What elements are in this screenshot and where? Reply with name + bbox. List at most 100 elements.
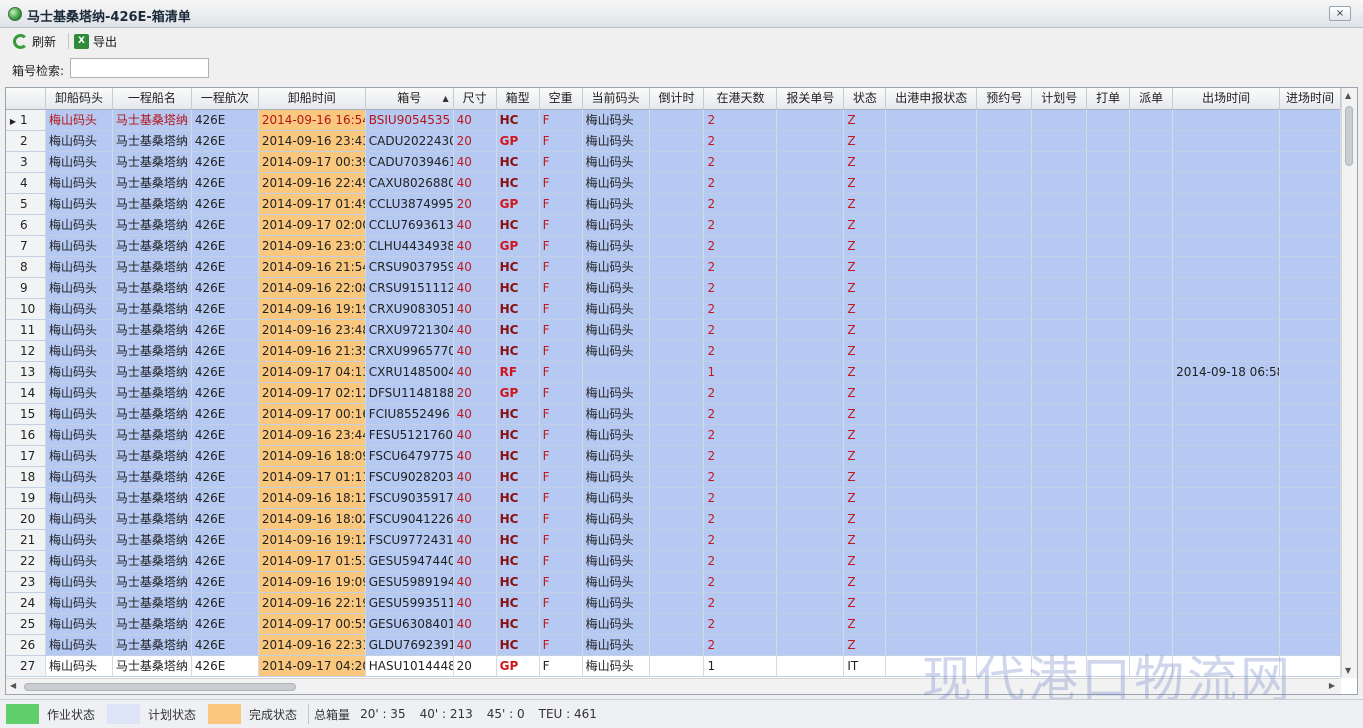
- column-header[interactable]: 箱号: [366, 88, 454, 110]
- print-cell: [1087, 299, 1131, 319]
- load-cell: F: [540, 551, 583, 571]
- load-cell: F: [540, 446, 583, 466]
- row-number: 15: [6, 404, 46, 424]
- entry-time-cell: [1280, 194, 1341, 214]
- table-row[interactable]: 19 梅山码头 马士基桑塔纳 426E 2014-09-16 18:12 FSCU9035…: [6, 488, 1341, 509]
- box-type-cell: HC: [497, 278, 540, 298]
- table-row[interactable]: 2 梅山码头 马士基桑塔纳 426E 2014-09-16 23:43 CADU20224…: [6, 131, 1341, 152]
- column-header[interactable]: 倒计时: [650, 88, 705, 110]
- customs-no-cell: [777, 509, 845, 529]
- export-button[interactable]: X 导出: [74, 31, 117, 51]
- table-row[interactable]: 7 梅山码头 马士基桑塔纳 426E 2014-09-16 23:01 CLHU44349…: [6, 236, 1341, 257]
- table-row[interactable]: 13 梅山码头 马士基桑塔纳 426E 2014-09-17 04:13 CXRU1485…: [6, 362, 1341, 383]
- column-header[interactable]: 预约号: [977, 88, 1033, 110]
- table-row[interactable]: 18 梅山码头 马士基桑塔纳 426E 2014-09-17 01:11 FSCU9028…: [6, 467, 1341, 488]
- row-number: 2: [6, 131, 46, 151]
- column-header[interactable]: 计划号: [1032, 88, 1088, 110]
- column-header[interactable]: 卸船时间: [259, 88, 366, 110]
- column-header[interactable]: 出场时间: [1173, 88, 1281, 110]
- table-row[interactable]: 16 梅山码头 马士基桑塔纳 426E 2014-09-16 23:44 FESU5121…: [6, 425, 1341, 446]
- table-row[interactable]: 27 梅山码头 马士基桑塔纳 426E 2014-09-17 04:20 HASU1014…: [6, 656, 1341, 677]
- column-header[interactable]: 在港天数: [704, 88, 778, 110]
- voyage-cell: 426E: [192, 509, 259, 529]
- table-row[interactable]: 9 梅山码头 马士基桑塔纳 426E 2014-09-16 22:08 CRSU91511…: [6, 278, 1341, 299]
- column-header[interactable]: 一程船名: [113, 88, 192, 110]
- horizontal-scrollbar[interactable]: ◀ ▶: [6, 678, 1341, 694]
- table-row[interactable]: 17 梅山码头 马士基桑塔纳 426E 2014-09-16 18:09 FSCU6479…: [6, 446, 1341, 467]
- days-in-port-cell: 2: [704, 299, 778, 319]
- entry-time-cell: [1280, 299, 1341, 319]
- table-row[interactable]: 8 梅山码头 马士基桑塔纳 426E 2014-09-16 21:54 CRSU90379…: [6, 257, 1341, 278]
- column-header[interactable]: 派单: [1130, 88, 1174, 110]
- column-header[interactable]: 当前码头: [583, 88, 650, 110]
- container-search-input[interactable]: [70, 58, 209, 78]
- close-button[interactable]: ×: [1329, 6, 1351, 21]
- table-row[interactable]: 22 梅山码头 马士基桑塔纳 426E 2014-09-17 01:53 GESU5947…: [6, 551, 1341, 572]
- table-row[interactable]: 6 梅山码头 马士基桑塔纳 426E 2014-09-17 02:00 CCLU76936…: [6, 215, 1341, 236]
- countdown-cell: [650, 341, 705, 361]
- table-row[interactable]: 11 梅山码头 马士基桑塔纳 426E 2014-09-16 23:48 CRXU9721…: [6, 320, 1341, 341]
- scroll-right-icon[interactable]: ▶: [1329, 681, 1335, 690]
- dispatch-cell: [1130, 341, 1174, 361]
- column-header[interactable]: 状态: [844, 88, 887, 110]
- entry-time-cell: [1280, 215, 1341, 235]
- table-row[interactable]: 24 梅山码头 马士基桑塔纳 426E 2014-09-16 22:19 GESU5993…: [6, 593, 1341, 614]
- entry-time-cell: [1280, 488, 1341, 508]
- box-type-cell: GP: [497, 131, 540, 151]
- vertical-scrollbar[interactable]: ▲ ▼: [1341, 88, 1357, 678]
- export-decl-cell: [886, 446, 978, 466]
- dock-cell: 梅山码头: [46, 509, 113, 529]
- entry-time-cell: [1280, 131, 1341, 151]
- scroll-up-icon[interactable]: ▲: [1345, 91, 1351, 100]
- current-dock-cell: 梅山码头: [583, 278, 650, 298]
- scroll-left-icon[interactable]: ◀: [10, 681, 16, 690]
- entry-time-cell: [1280, 341, 1341, 361]
- table-row[interactable]: 10 梅山码头 马士基桑塔纳 426E 2014-09-16 19:19 CRXU9083…: [6, 299, 1341, 320]
- table-row[interactable]: 15 梅山码头 马士基桑塔纳 426E 2014-09-17 00:16 FCIU8552…: [6, 404, 1341, 425]
- row-number: 6: [6, 215, 46, 235]
- column-header[interactable]: 空重: [540, 88, 583, 110]
- table-row[interactable]: 5 梅山码头 马士基桑塔纳 426E 2014-09-17 01:49 CCLU38749…: [6, 194, 1341, 215]
- box-type-cell: HC: [497, 635, 540, 655]
- refresh-button[interactable]: 刷新: [13, 31, 56, 51]
- plan-no-cell: [1032, 467, 1088, 487]
- column-header[interactable]: 一程航次: [192, 88, 259, 110]
- column-header[interactable]: [6, 88, 46, 110]
- table-row[interactable]: 3 梅山码头 马士基桑塔纳 426E 2014-09-17 00:39 CADU70394…: [6, 152, 1341, 173]
- table-row[interactable]: 25 梅山码头 马士基桑塔纳 426E 2014-09-17 00:55 GESU6308…: [6, 614, 1341, 635]
- table-row[interactable]: 26 梅山码头 马士基桑塔纳 426E 2014-09-16 22:31 GLDU7692…: [6, 635, 1341, 656]
- table-row[interactable]: 21 梅山码头 马士基桑塔纳 426E 2014-09-16 19:12 FSCU9772…: [6, 530, 1341, 551]
- column-header[interactable]: 尺寸: [454, 88, 497, 110]
- column-header[interactable]: 出港申报状态: [886, 88, 978, 110]
- customs-no-cell: [777, 425, 845, 445]
- table-row[interactable]: ▶ 1 梅山码头 马士基桑塔纳 426E 2014-09-16 16:54 BSIU9054…: [6, 110, 1341, 131]
- horizontal-scroll-thumb[interactable]: [24, 683, 296, 691]
- box-type-cell: HC: [497, 593, 540, 613]
- scroll-down-icon[interactable]: ▼: [1345, 666, 1351, 675]
- table-row[interactable]: 12 梅山码头 马士基桑塔纳 426E 2014-09-16 21:35 CRXU9965…: [6, 341, 1341, 362]
- column-header[interactable]: 卸船码头: [46, 88, 113, 110]
- column-header[interactable]: 打单: [1087, 88, 1131, 110]
- box-no-cell: CLHU4434938: [366, 236, 454, 256]
- status-cell: Z: [844, 341, 887, 361]
- row-number-text: 5: [20, 197, 28, 211]
- row-number-text: 9: [20, 281, 28, 295]
- size-cell: 40: [454, 467, 497, 487]
- box-type-cell: RF: [497, 362, 540, 382]
- table-row[interactable]: 4 梅山码头 马士基桑塔纳 426E 2014-09-16 22:49 CAXU80268…: [6, 173, 1341, 194]
- row-number: 4: [6, 173, 46, 193]
- plan-no-cell: [1032, 635, 1088, 655]
- customs-no-cell: [777, 215, 845, 235]
- countdown-cell: [650, 383, 705, 403]
- column-header[interactable]: 报关单号: [777, 88, 845, 110]
- days-in-port-cell: 2: [704, 131, 778, 151]
- export-decl-cell: [886, 278, 978, 298]
- column-header[interactable]: 箱型: [497, 88, 540, 110]
- table-row[interactable]: 23 梅山码头 马士基桑塔纳 426E 2014-09-16 19:09 GESU5989…: [6, 572, 1341, 593]
- table-row[interactable]: 14 梅山码头 马士基桑塔纳 426E 2014-09-17 02:12 DFSU1148…: [6, 383, 1341, 404]
- table-row[interactable]: 20 梅山码头 马士基桑塔纳 426E 2014-09-16 18:02 FSCU9041…: [6, 509, 1341, 530]
- row-number-text: 25: [20, 617, 36, 631]
- vertical-scroll-thumb[interactable]: [1345, 106, 1353, 166]
- column-header[interactable]: 进场时间: [1280, 88, 1341, 110]
- box-no-cell: GESU5989194: [366, 572, 454, 592]
